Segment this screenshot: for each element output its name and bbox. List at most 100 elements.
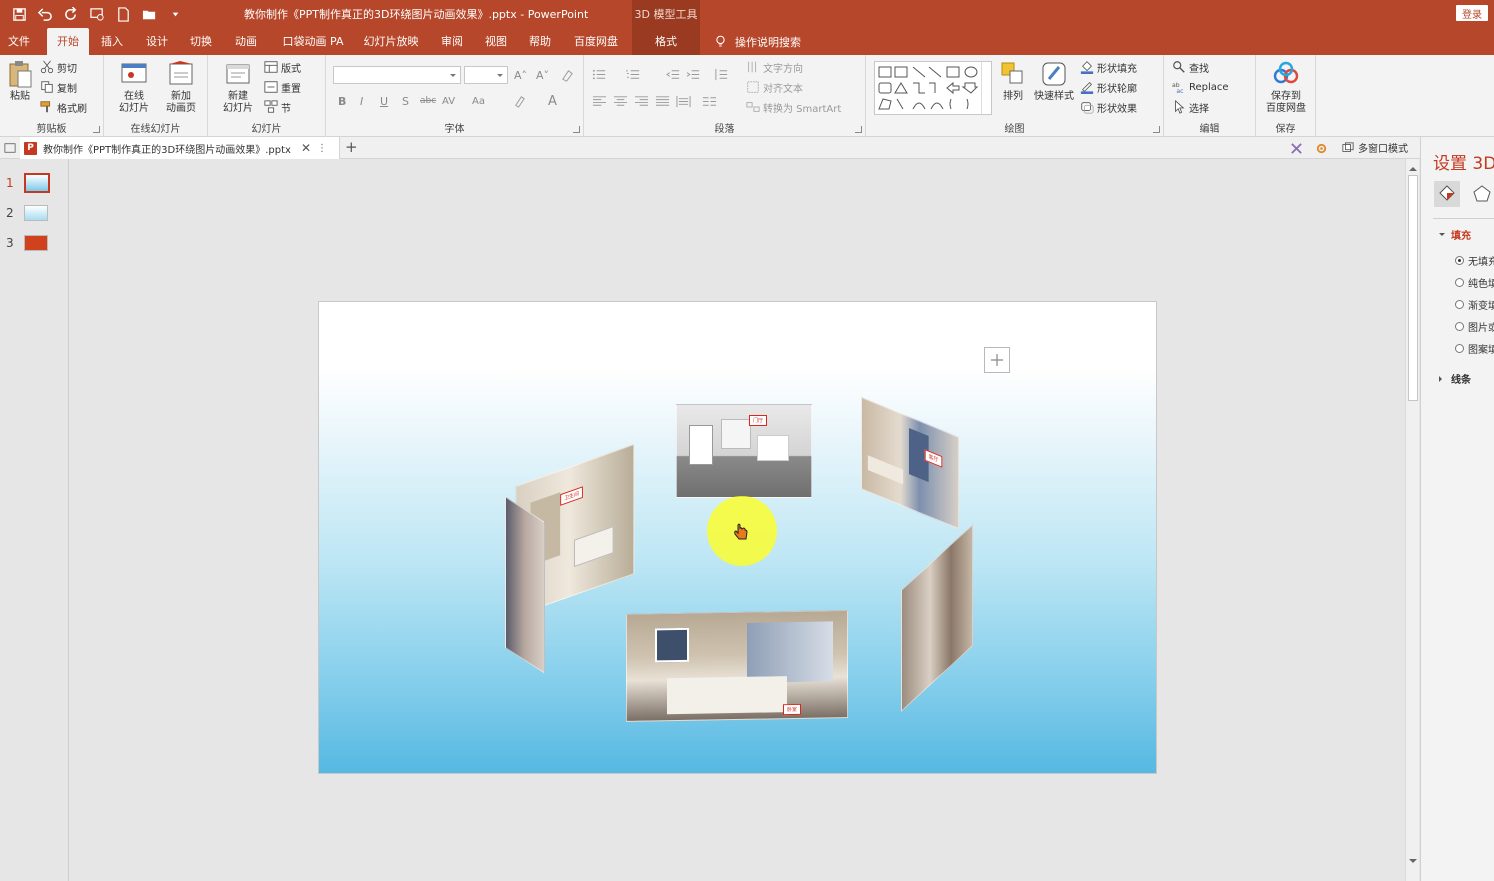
photo-side-left[interactable] xyxy=(505,496,545,674)
tab-menu-icon[interactable]: ⋮ xyxy=(317,143,327,154)
line-section-header[interactable]: 线条 xyxy=(1439,371,1471,386)
tab-help[interactable]: 帮助 xyxy=(526,28,554,55)
text-direction-button[interactable]: 文字方向 xyxy=(746,58,803,76)
shape-effects-button[interactable]: 形状效果 xyxy=(1080,98,1137,116)
thumbnail-3[interactable]: 3 xyxy=(6,235,48,251)
fill-option-picture[interactable]: 图片或纹理填充 xyxy=(1455,319,1494,334)
settings-gear-icon[interactable] xyxy=(1313,140,1329,156)
bullets-icon[interactable] xyxy=(592,66,607,82)
undo-icon[interactable] xyxy=(34,4,56,24)
fill-option-pattern[interactable]: 图案填充 xyxy=(1455,341,1494,356)
section-button[interactable]: 节 xyxy=(264,98,291,116)
layout-button[interactable]: 版式 xyxy=(264,58,301,76)
scroll-up-icon[interactable] xyxy=(1409,163,1417,171)
reset-button[interactable]: 重置 xyxy=(264,78,301,96)
tab-file[interactable]: 文件 xyxy=(4,28,34,55)
present-from-start-icon[interactable] xyxy=(86,4,108,24)
increase-indent-icon[interactable] xyxy=(686,66,701,82)
save-baidu-button[interactable]: 保存到 百度网盘 xyxy=(1260,59,1312,115)
clear-format-icon[interactable] xyxy=(560,67,575,83)
arrange-button[interactable]: 排列 xyxy=(998,59,1028,103)
save-icon[interactable] xyxy=(8,4,30,24)
customize-qat-icon[interactable] xyxy=(164,4,186,24)
change-case-button[interactable]: Aa xyxy=(472,93,485,109)
tab-slideshow[interactable]: 幻灯片放映 xyxy=(362,28,420,55)
convert-smartart-button[interactable]: 转换为 SmartArt xyxy=(746,98,841,116)
replace-button[interactable]: ab ac Replace xyxy=(1172,78,1229,96)
columns-icon[interactable] xyxy=(702,93,717,109)
align-text-button[interactable]: 对齐文本 xyxy=(746,78,803,96)
strikethrough-button[interactable]: abc xyxy=(420,93,436,109)
redo-icon[interactable] xyxy=(60,4,82,24)
highlight-icon[interactable] xyxy=(512,93,527,109)
quick-styles-button[interactable]: 快速样式 xyxy=(1032,59,1076,103)
slide-thumbnail[interactable] xyxy=(24,173,50,193)
align-right-icon[interactable] xyxy=(634,93,649,109)
tab-view[interactable]: 视图 xyxy=(482,28,510,55)
decrease-indent-icon[interactable] xyxy=(666,66,681,82)
select-button[interactable]: 选择 xyxy=(1172,98,1209,116)
fill-option-solid[interactable]: 纯色填充 xyxy=(1455,275,1494,290)
login-button[interactable]: 登录 xyxy=(1456,5,1488,21)
tab-baidu-netdisk[interactable]: 百度网盘 xyxy=(570,28,622,55)
drawing-launcher[interactable] xyxy=(1153,126,1160,133)
font-size-combo[interactable] xyxy=(464,66,508,84)
slide-thumbnail[interactable] xyxy=(24,205,48,221)
online-slides-button[interactable]: 在线 幻灯片 xyxy=(112,59,156,115)
shapes-gallery[interactable] xyxy=(874,61,992,115)
clipboard-launcher[interactable] xyxy=(93,126,100,133)
char-spacing-button[interactable]: AV xyxy=(442,93,455,109)
shape-outline-button[interactable]: 形状轮廓 xyxy=(1080,78,1137,96)
slide-thumbnail[interactable] xyxy=(24,235,48,251)
tab-insert[interactable]: 插入 xyxy=(98,28,126,55)
photo-hall[interactable]: 门厅 xyxy=(676,404,812,498)
font-launcher[interactable] xyxy=(573,126,580,133)
format-painter-button[interactable]: 格式刷 xyxy=(40,98,87,116)
tab-list-icon[interactable] xyxy=(2,140,18,156)
tab-review[interactable]: 审阅 xyxy=(438,28,466,55)
paragraph-launcher[interactable] xyxy=(855,126,862,133)
fill-option-none[interactable]: 无填充 xyxy=(1455,253,1494,268)
photo-side-right[interactable] xyxy=(901,523,973,713)
new-file-icon[interactable] xyxy=(112,4,134,24)
open-folder-icon[interactable] xyxy=(138,4,160,24)
thumbnail-2[interactable]: 2 xyxy=(6,205,48,221)
font-color-icon[interactable]: A xyxy=(548,93,557,109)
align-left-icon[interactable] xyxy=(592,93,607,109)
distribute-icon[interactable] xyxy=(676,93,691,109)
effects-tab-icon[interactable] xyxy=(1469,181,1494,207)
tab-home[interactable]: 开始 xyxy=(47,28,89,55)
add-in-icon[interactable] xyxy=(1288,140,1304,156)
tab-pocket-animation[interactable]: 口袋动画 PA xyxy=(280,28,346,55)
shapes-gallery-scroll[interactable] xyxy=(981,62,991,114)
find-button[interactable]: 查找 xyxy=(1172,58,1209,76)
decrease-font-icon[interactable]: A˅ xyxy=(536,67,549,83)
paste-button[interactable]: 粘贴 xyxy=(4,59,36,103)
numbering-icon[interactable] xyxy=(626,66,641,82)
photo-bedroom[interactable]: 卧室 xyxy=(626,610,848,722)
new-animation-page-button[interactable]: 新加 动画页 xyxy=(158,59,204,115)
copy-button[interactable]: 复制 xyxy=(40,78,77,96)
document-tab[interactable]: P 教你制作《PPT制作真正的3D环绕图片动画效果》.pptx ✕ ⋮ xyxy=(20,137,340,159)
scroll-thumb[interactable] xyxy=(1408,175,1418,401)
shape-fill-button[interactable]: 形状填充 xyxy=(1080,58,1137,76)
close-tab-icon[interactable]: ✕ xyxy=(301,141,311,155)
underline-button[interactable]: U xyxy=(380,93,388,109)
tell-me-search[interactable]: 操作说明搜索 xyxy=(714,28,801,55)
bold-button[interactable]: B xyxy=(338,93,346,109)
thumbnail-1[interactable]: 1 xyxy=(6,173,50,193)
add-handle-icon[interactable] xyxy=(984,347,1010,373)
scroll-down-icon[interactable] xyxy=(1409,859,1417,867)
vertical-scrollbar[interactable] xyxy=(1405,159,1419,881)
italic-button[interactable]: I xyxy=(360,93,363,109)
photo-living-room[interactable]: 客厅 xyxy=(861,396,959,530)
tab-animations[interactable]: 动画 xyxy=(232,28,260,55)
fill-line-tab-icon[interactable] xyxy=(1434,181,1460,207)
new-tab-icon[interactable]: + xyxy=(345,138,358,156)
cut-button[interactable]: 剪切 xyxy=(40,58,77,76)
fill-option-gradient[interactable]: 渐变填充 xyxy=(1455,297,1494,312)
increase-font-icon[interactable]: A˄ xyxy=(514,67,527,83)
tab-format[interactable]: 格式 xyxy=(632,28,700,55)
align-center-icon[interactable] xyxy=(613,93,628,109)
tab-transitions[interactable]: 切换 xyxy=(187,28,215,55)
